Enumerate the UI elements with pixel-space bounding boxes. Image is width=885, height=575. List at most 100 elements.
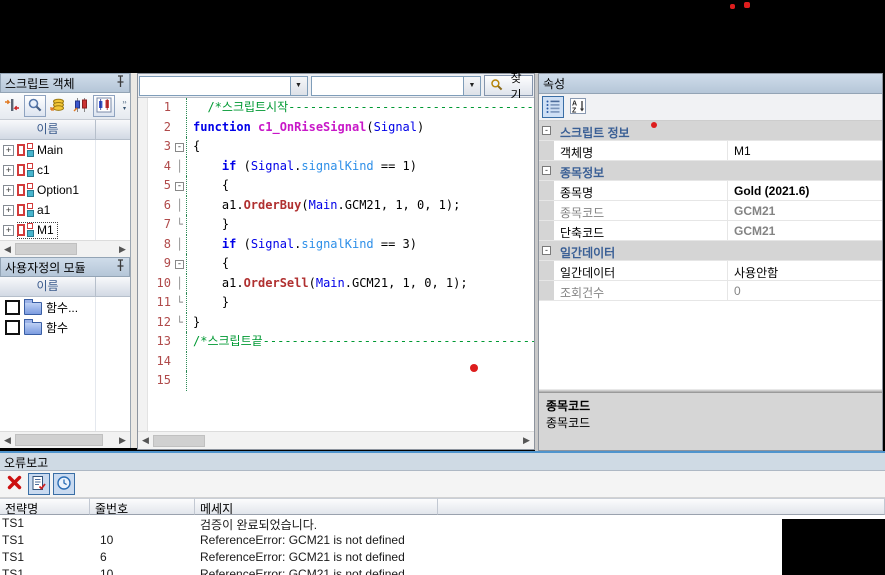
module-item[interactable]: 함수... bbox=[0, 297, 130, 317]
scroll-right-icon[interactable]: ▶ bbox=[115, 242, 130, 257]
name-column-header[interactable]: 이름 bbox=[0, 277, 96, 296]
find-button[interactable]: 찾기 bbox=[484, 75, 533, 96]
token: { bbox=[193, 256, 229, 270]
token: } bbox=[193, 315, 200, 329]
property-row[interactable]: 단축코드GCM21 bbox=[539, 221, 882, 241]
object-combo[interactable]: ▼ bbox=[139, 76, 308, 96]
checkbox[interactable] bbox=[5, 300, 20, 315]
collapse-icon[interactable]: - bbox=[175, 143, 184, 152]
tree-item[interactable]: +Main bbox=[0, 140, 130, 160]
scroll-thumb[interactable] bbox=[15, 434, 103, 446]
error-column-header[interactable]: 줄번호 bbox=[90, 498, 195, 515]
property-category-row[interactable]: -스크립트 정보 bbox=[539, 121, 882, 141]
collapse-icon[interactable]: - bbox=[175, 260, 184, 269]
property-value[interactable]: 사용안함 bbox=[727, 261, 882, 280]
properties-title: 속성 bbox=[543, 75, 565, 92]
code-line: 7└ } bbox=[138, 215, 534, 235]
collapse-icon[interactable]: - bbox=[542, 126, 551, 135]
property-description: 종목코드 종목코드 bbox=[539, 392, 882, 450]
row-margin bbox=[539, 181, 554, 200]
editor-toolbar: ▼ ▼ 찾기 bbox=[138, 74, 534, 98]
objects-column-header[interactable]: 이름 bbox=[0, 120, 130, 140]
error-row[interactable]: TS110ReferenceError: GCM21 is not define… bbox=[0, 566, 885, 575]
fold-marker[interactable]: - bbox=[173, 176, 186, 196]
event-combo[interactable]: ▼ bbox=[311, 76, 482, 96]
event-combo-value[interactable] bbox=[312, 77, 464, 95]
magnifier-button[interactable] bbox=[24, 95, 46, 117]
code-line: 8│ if (Signal.signalKind == 3) bbox=[138, 235, 534, 255]
delete-button[interactable] bbox=[3, 473, 25, 495]
property-category-row[interactable]: -종목정보 bbox=[539, 161, 882, 181]
link-bar-button[interactable] bbox=[1, 95, 23, 117]
magnifier-icon bbox=[490, 78, 503, 94]
scroll-left-icon[interactable]: ◀ bbox=[0, 242, 15, 257]
property-row[interactable]: 조회건수0 bbox=[539, 281, 882, 301]
property-value[interactable]: M1 bbox=[727, 141, 882, 160]
categorized-button[interactable] bbox=[542, 96, 564, 118]
code-text: if (Signal.signalKind == 1) bbox=[186, 157, 534, 177]
module-item[interactable]: 함수 bbox=[0, 317, 130, 337]
coins-button[interactable] bbox=[47, 95, 69, 117]
collapse-icon[interactable]: - bbox=[542, 166, 551, 175]
tree-item[interactable]: +Option1 bbox=[0, 180, 130, 200]
error-row[interactable]: TS110ReferenceError: GCM21 is not define… bbox=[0, 532, 885, 549]
code-line: 5- { bbox=[138, 176, 534, 196]
expand-icon[interactable]: + bbox=[3, 185, 14, 196]
chevron-down-icon[interactable]: ▼ bbox=[463, 77, 480, 95]
scroll-left-icon[interactable]: ◀ bbox=[0, 433, 15, 448]
tree-item[interactable]: +M1 bbox=[0, 220, 130, 240]
scroll-right-icon[interactable]: ▶ bbox=[519, 433, 534, 448]
candlestick-button[interactable] bbox=[70, 95, 92, 117]
property-value[interactable]: Gold (2021.6) bbox=[727, 181, 882, 200]
object-combo-value[interactable] bbox=[140, 77, 290, 95]
property-row[interactable]: 객체명M1 bbox=[539, 141, 882, 161]
property-row[interactable]: 종목코드GCM21 bbox=[539, 201, 882, 221]
expand-icon[interactable]: + bbox=[3, 205, 14, 216]
scroll-thumb[interactable] bbox=[153, 435, 205, 447]
line-number: 15 bbox=[148, 371, 173, 391]
expand-icon[interactable]: + bbox=[3, 145, 14, 156]
chevron-down-icon[interactable]: ▼ bbox=[290, 77, 307, 95]
error-row[interactable]: TS1검증이 완료되었습니다. bbox=[0, 515, 885, 532]
expand-icon[interactable]: + bbox=[3, 225, 14, 236]
candlestick-icon bbox=[73, 97, 89, 116]
checkbox[interactable] bbox=[5, 320, 20, 335]
expand-icon[interactable]: + bbox=[3, 165, 14, 176]
code-line: 10│ a1.OrderSell(Main.GCM21, 1, 0, 1); bbox=[138, 274, 534, 294]
pin-icon[interactable] bbox=[116, 75, 125, 91]
tree-item-label: c1 bbox=[37, 163, 50, 177]
token: ( bbox=[236, 237, 250, 251]
property-row[interactable]: 일간데이터사용안함 bbox=[539, 261, 882, 281]
tree-item[interactable]: +a1 bbox=[0, 200, 130, 220]
property-category-row[interactable]: -일간데이터 bbox=[539, 241, 882, 261]
property-row[interactable]: 종목명Gold (2021.6) bbox=[539, 181, 882, 201]
code-line: 3-{ bbox=[138, 137, 534, 157]
tree-item[interactable]: + c1 bbox=[0, 160, 130, 180]
fold-marker[interactable]: - bbox=[173, 254, 186, 274]
fold-marker[interactable]: - bbox=[173, 137, 186, 157]
modules-column-header[interactable]: 이름 bbox=[0, 277, 130, 297]
validate-button[interactable] bbox=[28, 473, 50, 495]
error-column-header[interactable]: 메세지 bbox=[195, 498, 438, 515]
scroll-right-icon[interactable]: ▶ bbox=[115, 433, 130, 448]
history-clock-button[interactable] bbox=[53, 473, 75, 495]
property-value[interactable]: GCM21 bbox=[727, 221, 882, 240]
scroll-thumb[interactable] bbox=[15, 243, 77, 255]
candlestick-window-button[interactable] bbox=[93, 95, 115, 117]
scroll-left-icon[interactable]: ◀ bbox=[138, 433, 153, 448]
objects-tree: +Main+c1+Option1+a1+M1 bbox=[0, 140, 130, 240]
error-row[interactable]: TS16ReferenceError: GCM21 is not defined bbox=[0, 549, 885, 566]
code-editor[interactable]: 1 /*스크립트시작------------------------------… bbox=[138, 98, 534, 431]
alphabetical-button[interactable]: AZ bbox=[567, 96, 589, 118]
error-column-header[interactable]: 전략명 bbox=[0, 498, 90, 515]
code-line: 9- { bbox=[138, 254, 534, 274]
property-value[interactable]: 0 bbox=[727, 281, 882, 300]
fold-marker: │ bbox=[173, 274, 186, 294]
pin-icon[interactable] bbox=[116, 259, 125, 275]
name-column-header[interactable]: 이름 bbox=[0, 120, 96, 139]
collapse-icon[interactable]: - bbox=[542, 246, 551, 255]
tree-item-content: Option1 bbox=[17, 182, 83, 199]
toolbar-overflow-icon[interactable]: ››▾ bbox=[119, 93, 130, 118]
collapse-icon[interactable]: - bbox=[175, 182, 184, 191]
property-value[interactable]: GCM21 bbox=[727, 201, 882, 220]
